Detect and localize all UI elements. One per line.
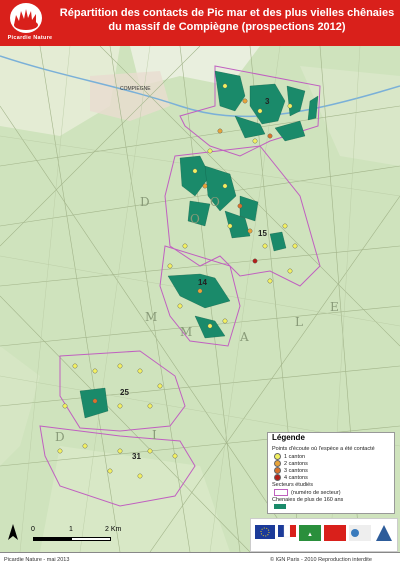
footer-credit: Picardie Nature - mai 2013 — [4, 557, 70, 563]
legend-item-4: 4 cantons — [274, 474, 308, 481]
partner-logos: ▲ — [250, 518, 398, 552]
hedgehog-logo-icon — [10, 3, 42, 33]
republique-francaise-icon — [278, 525, 296, 538]
footer-copyright: © IGN Paris - 2010 Reproduction interdit… — [270, 557, 372, 563]
legend-item-label: 4 cantons — [284, 474, 308, 481]
logo-label: Picardie Nature — [7, 35, 53, 41]
legend-dot-icon — [274, 453, 281, 460]
legend-sectors-label: Secteurs étudiés — [272, 482, 313, 488]
legend-points-heading: Points d'écoute où l'espèce a été contac… — [272, 446, 375, 452]
picardie-nature-logo: Picardie Nature — [0, 0, 58, 46]
oak-swatch-icon — [274, 504, 286, 510]
footer: Picardie Nature - mai 2013 © IGN Paris -… — [0, 552, 400, 567]
legend-dot-icon — [274, 460, 281, 467]
header-banner: Picardie Nature Répartition des contacts… — [0, 0, 400, 46]
sector-swatch-icon — [274, 489, 288, 496]
legend-sector-item: (numéro de secteur) — [274, 489, 341, 496]
picardie-region-icon — [324, 525, 346, 541]
legend-oak-swatch — [274, 504, 286, 511]
eu-flag-icon — [255, 525, 275, 539]
scale-label-1: 1 — [69, 526, 73, 533]
legend-oak-label: Chenaies de plus de 160 ans — [272, 497, 344, 503]
scale-segment-white — [71, 537, 111, 541]
scale-bar: 0 1 2 Km — [5, 519, 145, 545]
place-label-compiegne: COMPIEGNE — [120, 86, 151, 92]
sector-label-31: 31 — [132, 452, 141, 461]
svg-text:▲: ▲ — [307, 532, 313, 538]
legend-sectors-sub: (numéro de secteur) — [291, 489, 341, 496]
scale-label-0: 0 — [31, 526, 35, 533]
map-title: Répartition des contacts de Pic mar et d… — [58, 6, 396, 34]
map-legend: Légende Points d'écoute où l'espèce a ét… — [267, 432, 395, 514]
feder-logo-icon: ▲ — [299, 525, 321, 541]
scale-label-2: 2 Km — [105, 526, 122, 533]
legend-title: Légende — [272, 433, 305, 442]
sector-label-15: 15 — [258, 229, 267, 238]
title-line-2: du massif de Compiègne (prospections 201… — [108, 21, 346, 33]
sector-label-3: 3 — [265, 97, 270, 106]
legend-dot-icon — [274, 474, 281, 481]
region-council-icon — [349, 525, 371, 541]
onf-logo-icon — [376, 525, 392, 541]
north-arrow-icon — [8, 524, 18, 540]
sector-label-14: 14 — [198, 278, 207, 287]
legend-dot-icon — [274, 467, 281, 474]
sector-label-25: 25 — [120, 388, 129, 397]
title-line-1: Répartition des contacts de Pic mar et d… — [59, 7, 395, 19]
scale-segment-black — [33, 537, 71, 541]
